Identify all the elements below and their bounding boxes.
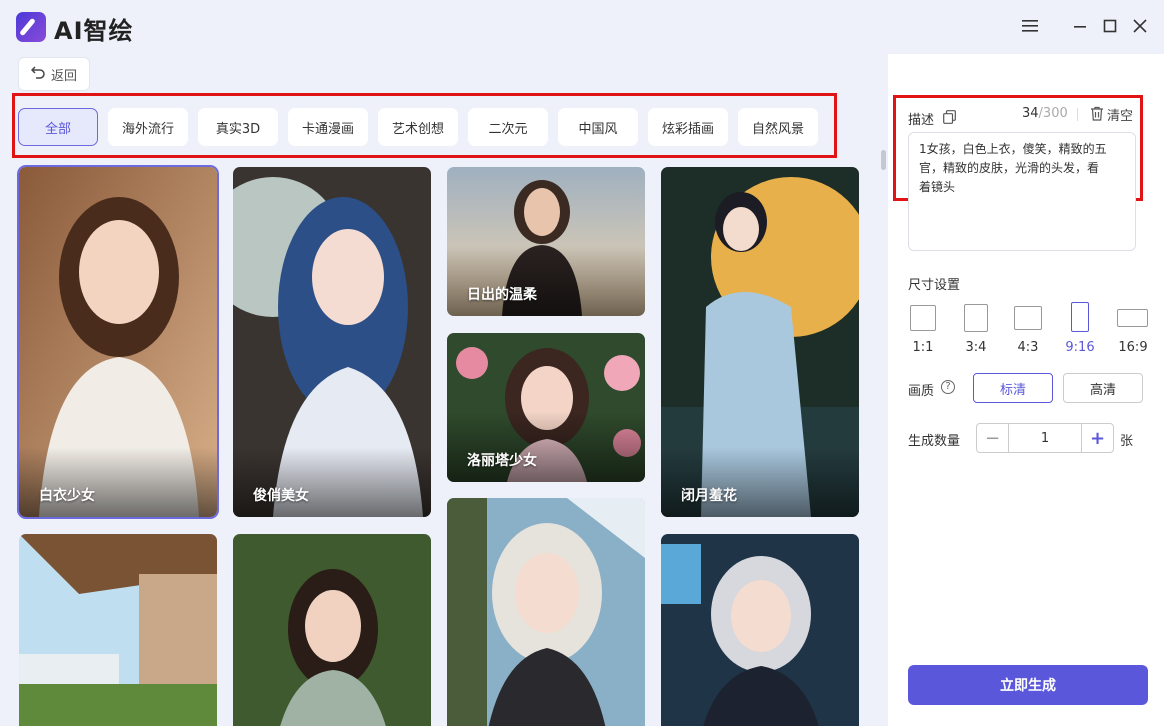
maximize-icon[interactable]: [1098, 14, 1122, 38]
portrait-image: [661, 534, 859, 726]
card-label: 闭月羞花: [681, 488, 737, 504]
ratio-16-9-option[interactable]: [1117, 309, 1148, 327]
card-shade: [447, 412, 645, 482]
description-line: 1女孩，白色上衣，傻笑，精致的五: [919, 142, 1107, 156]
card-label: 洛丽塔少女: [467, 453, 537, 469]
description-line: 着镜头: [919, 180, 956, 194]
tab-colorful-illustration[interactable]: 炫彩插画: [648, 108, 728, 146]
card-label: 日出的温柔: [467, 287, 537, 303]
quality-hd-button[interactable]: 高清: [1063, 373, 1143, 403]
style-card-silver-hair-girl[interactable]: [447, 498, 645, 726]
decrement-button[interactable]: −: [977, 424, 1008, 452]
tab-art-creative[interactable]: 艺术创想: [378, 108, 458, 146]
size-settings-label: 尺寸设置: [908, 278, 961, 293]
style-card-cyber-girl[interactable]: [661, 534, 859, 726]
description-line: 官，精致的皮肤，光滑的头发，看: [919, 161, 1100, 175]
quality-standard-button[interactable]: 标清: [973, 373, 1053, 403]
quantity-label: 生成数量: [908, 434, 961, 449]
increment-button[interactable]: +: [1082, 424, 1113, 452]
ratio-label: 1:1: [912, 340, 934, 355]
style-card-moon-beauty[interactable]: 闭月羞花: [661, 167, 859, 517]
gallery-scrollbar[interactable]: [881, 150, 886, 170]
app-logo-icon: [16, 12, 46, 42]
portrait-image: [233, 534, 431, 726]
undo-arrow-icon: [30, 65, 45, 83]
copy-icon[interactable]: [943, 110, 956, 124]
scenery-image: [19, 534, 217, 726]
char-counter: 34/300: [1022, 106, 1068, 121]
tab-nature-scenery[interactable]: 自然风景: [738, 108, 818, 146]
card-shade: [19, 447, 217, 517]
card-label: 俊俏美女: [253, 488, 309, 504]
ratio-label: 16:9: [1118, 340, 1148, 355]
card-shade: [447, 246, 645, 316]
tab-realistic-3d[interactable]: 真实3D: [198, 108, 278, 146]
back-label: 返回: [50, 68, 77, 84]
tab-anime[interactable]: 二次元: [468, 108, 548, 146]
quality-label: 画质: [908, 384, 935, 399]
style-card-sunrise-gentle[interactable]: 日出的温柔: [447, 167, 645, 316]
style-card-forest-girl[interactable]: [233, 534, 431, 726]
ratio-label: 3:4: [965, 340, 987, 355]
minimize-icon[interactable]: [1068, 14, 1092, 38]
divider: [1077, 108, 1078, 121]
trash-icon[interactable]: [1090, 106, 1104, 121]
tab-all[interactable]: 全部: [18, 108, 98, 146]
ratio-3-4-option[interactable]: [964, 304, 988, 332]
ratio-label: 9:16: [1065, 340, 1095, 355]
back-button[interactable]: 返回: [18, 57, 90, 91]
clear-button[interactable]: 清空: [1107, 105, 1133, 124]
quantity-unit: 张: [1120, 434, 1134, 449]
quantity-stepper: − 1 +: [976, 423, 1114, 453]
style-card-lolita-girl[interactable]: 洛丽塔少女: [447, 333, 645, 482]
help-icon[interactable]: ?: [941, 380, 955, 394]
card-shade: [233, 447, 431, 517]
quantity-input[interactable]: 1: [1008, 424, 1082, 452]
card-label: 白衣少女: [39, 488, 95, 504]
tab-overseas-trend[interactable]: 海外流行: [108, 108, 188, 146]
style-card-pretty-beauty[interactable]: 俊俏美女: [233, 167, 431, 517]
style-card-scenery[interactable]: [19, 534, 217, 726]
menu-icon[interactable]: [1018, 14, 1042, 38]
close-icon[interactable]: [1128, 14, 1152, 38]
generate-button[interactable]: 立即生成: [908, 665, 1148, 705]
description-textarea[interactable]: 1女孩，白色上衣，傻笑，精致的五 官，精致的皮肤，光滑的头发，看 着镜头: [908, 132, 1136, 251]
tab-chinese-style[interactable]: 中国风: [558, 108, 638, 146]
title-bar: [0, 0, 1164, 54]
ratio-label: 4:3: [1017, 340, 1039, 355]
app-title: AI智绘: [54, 17, 134, 45]
tab-cartoon-comic[interactable]: 卡通漫画: [288, 108, 368, 146]
card-shade: [661, 447, 859, 517]
ratio-9-16-option[interactable]: [1071, 302, 1089, 332]
ratio-4-3-option[interactable]: [1014, 306, 1042, 330]
ratio-1-1-option[interactable]: [910, 305, 936, 331]
style-card-white-dress-girl[interactable]: 白衣少女: [19, 167, 217, 517]
description-label: 描述: [908, 113, 935, 128]
portrait-image: [447, 498, 645, 726]
